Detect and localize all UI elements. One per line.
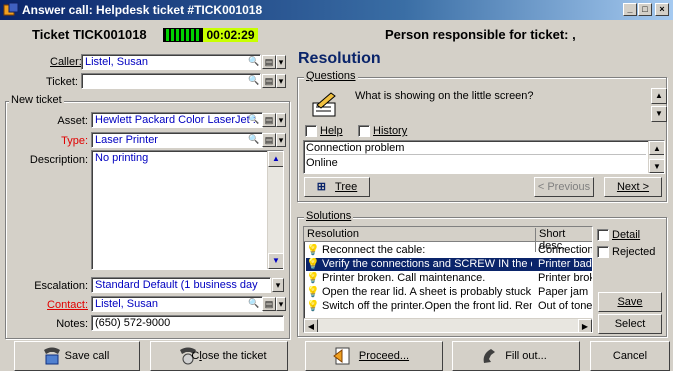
save-solution-button[interactable]: Save — [598, 292, 662, 312]
ticket-dropdown-icon[interactable]: ▾ — [276, 74, 286, 88]
lightbulb-icon: 💡 — [306, 272, 320, 284]
scroll-up-icon[interactable]: ▲ — [649, 141, 664, 155]
fill-out-button[interactable]: Fill out... — [452, 341, 580, 371]
question-pencil-icon — [312, 92, 336, 117]
solutions-table-header: Resolution Short desc. — [304, 227, 592, 252]
description-text: No printing — [95, 152, 149, 164]
help-checkbox[interactable] — [305, 125, 317, 137]
answers-scrollbar[interactable]: ▲ ▼ — [648, 141, 664, 173]
search-icon[interactable]: 🔍 — [247, 133, 261, 147]
tree-icon: ⊞ — [316, 181, 326, 193]
close-window-button[interactable]: × — [655, 3, 669, 16]
history-label: History — [373, 125, 408, 137]
notes-field[interactable]: (650) 572-9000 — [91, 315, 284, 331]
type-dropdown-icon[interactable]: ▾ — [276, 133, 286, 147]
cancel-button[interactable]: Cancel — [590, 341, 670, 371]
helpdesk-app-icon — [3, 2, 19, 16]
answer-item[interactable]: Online — [306, 157, 646, 170]
description-scrollbar[interactable]: ▲ ▼ — [267, 151, 283, 269]
questions-group-label: Questions — [304, 70, 358, 82]
question-text: What is showing on the little screen? — [355, 90, 534, 102]
minimize-button[interactable]: _ — [623, 3, 637, 16]
ticket-details-button[interactable]: ▤ — [262, 74, 276, 88]
history-checkbox[interactable] — [358, 125, 370, 137]
notes-label: Notes: — [56, 318, 88, 330]
escalation-label: Escalation: — [34, 280, 88, 292]
lightbulb-icon: 💡 — [306, 286, 320, 298]
previous-button[interactable]: < Previous — [534, 177, 594, 197]
tree-button[interactable]: ⊞ Tree — [304, 177, 370, 197]
ticket-title: Ticket TICK001018 — [32, 27, 147, 42]
table-row[interactable]: 💡 Open the rear lid. A sheet is probably… — [306, 286, 592, 299]
type-field[interactable]: Laser Printer — [91, 132, 263, 148]
lightbulb-icon: 💡 — [306, 300, 320, 312]
ticket-field[interactable] — [81, 73, 261, 89]
scroll-right-icon[interactable]: ▶ — [578, 319, 592, 332]
contact-dropdown-icon[interactable]: ▾ — [276, 297, 286, 311]
caller-label: Caller: — [50, 56, 82, 68]
table-row[interactable]: 💡 Reconnect the cable: Connection — [306, 244, 592, 257]
proceed-button[interactable]: Proceed... — [305, 341, 443, 371]
close-ticket-label: Close the ticket — [191, 350, 267, 362]
contact-label: Contact: — [47, 299, 88, 311]
caller-field[interactable]: Listel, Susan — [81, 54, 261, 70]
search-icon[interactable]: 🔍 — [247, 113, 261, 127]
lightbulb-icon: 💡 — [306, 244, 320, 256]
scroll-left-icon[interactable]: ◀ — [304, 319, 318, 332]
maximize-button[interactable]: □ — [638, 3, 652, 16]
asset-label: Asset: — [57, 115, 88, 127]
next-button[interactable]: Next > — [604, 177, 662, 197]
rejected-checkbox[interactable] — [597, 246, 609, 258]
solutions-group-label: Solutions — [304, 210, 354, 222]
description-field[interactable]: No printing ▲ ▼ — [91, 150, 284, 270]
question-scroll-down-icon[interactable]: ▼ — [651, 106, 667, 122]
detail-checkbox[interactable] — [597, 229, 609, 241]
description-label: Description: — [29, 154, 88, 166]
question-scroll-up-icon[interactable]: ▲ — [651, 88, 667, 104]
select-solution-button[interactable]: Select — [598, 314, 662, 334]
new-ticket-group-label: New ticket — [9, 94, 64, 106]
table-row[interactable]: 💡 Switch off the printer.Open the front … — [306, 300, 592, 313]
responsible-person-label: Person responsible for ticket: , — [385, 27, 576, 42]
asset-details-button[interactable]: ▤ — [262, 113, 276, 127]
answers-list[interactable]: Connection problem Online ▲ ▼ — [303, 140, 665, 174]
search-icon[interactable]: 🔍 — [247, 74, 261, 88]
contact-field[interactable]: Listel, Susan — [91, 296, 263, 312]
save-call-button[interactable]: Save call — [14, 341, 140, 371]
caller-details-button[interactable]: ▤ — [262, 55, 276, 69]
column-header-resolution[interactable]: Resolution — [307, 228, 359, 240]
help-label: Help — [320, 125, 343, 137]
search-icon[interactable]: 🔍 — [247, 297, 261, 311]
table-row[interactable]: 💡 Printer broken. Call maintenance. Prin… — [306, 272, 592, 285]
rejected-label: Rejected — [612, 246, 656, 258]
contact-details-button[interactable]: ▤ — [262, 297, 276, 311]
scroll-down-icon[interactable]: ▼ — [649, 159, 664, 173]
solutions-table[interactable]: Resolution Short desc. 💡 Reconnect the c… — [303, 226, 593, 333]
title-bar: Answer call: Helpdesk ticket #TICK001018… — [0, 0, 673, 20]
answer-item[interactable]: Connection problem — [306, 142, 646, 155]
asset-dropdown-icon[interactable]: ▾ — [276, 113, 286, 127]
type-details-button[interactable]: ▤ — [262, 133, 276, 147]
solutions-hscrollbar[interactable]: ◀ ▶ — [304, 318, 592, 332]
escalation-field[interactable]: Standard Default (1 business day — [91, 277, 271, 293]
resolution-title: Resolution — [298, 50, 381, 67]
table-row-selected[interactable]: 💡 Verify the connections and SCREW IN th… — [306, 258, 592, 271]
caller-dropdown-icon[interactable]: ▾ — [276, 55, 286, 69]
type-label: Type: — [61, 135, 88, 147]
close-ticket-button[interactable]: Close the ticket — [150, 341, 288, 371]
scroll-up-icon[interactable]: ▲ — [268, 151, 283, 167]
window-title: Answer call: Helpdesk ticket #TICK001018 — [22, 3, 263, 17]
timer-progress-bars — [163, 28, 203, 42]
ticket-label: Ticket: — [46, 76, 78, 88]
scroll-down-icon[interactable]: ▼ — [268, 253, 283, 269]
call-timer: 00:02:29 — [203, 28, 258, 42]
escalation-dropdown-icon[interactable]: ▾ — [272, 278, 284, 292]
asset-field[interactable]: Hewlett Packard Color LaserJet : — [91, 112, 263, 128]
lightbulb-icon: 💡 — [306, 258, 320, 270]
search-icon[interactable]: 🔍 — [247, 55, 261, 69]
detail-label: Detail — [612, 229, 641, 241]
